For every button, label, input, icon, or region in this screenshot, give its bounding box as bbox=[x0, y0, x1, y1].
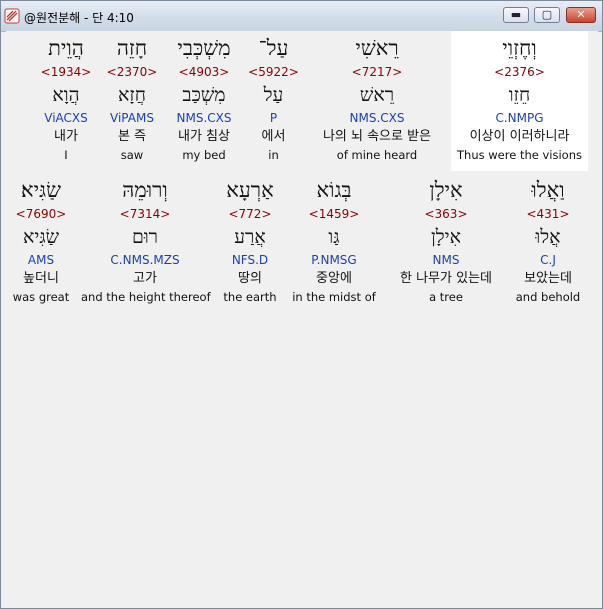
minimize-button[interactable]: ▬ bbox=[503, 7, 529, 23]
strong-number[interactable]: <7314> bbox=[81, 207, 209, 221]
english-gloss: saw bbox=[120, 148, 144, 162]
korean-gloss: 중앙에 bbox=[316, 271, 352, 286]
english-gloss: the earth bbox=[223, 290, 277, 304]
korean-gloss: 땅의 bbox=[238, 271, 262, 286]
word-cell[interactable]: וְרוּמֵהּ <7314> רוּם C.NMS.MZS 고가 and t… bbox=[81, 173, 211, 313]
strong-number[interactable]: <7690> bbox=[8, 207, 74, 221]
lemma-word: גַּו bbox=[328, 226, 340, 248]
hebrew-word: אִילָן bbox=[429, 178, 463, 202]
word-cell-selected[interactable]: וְחֶזְוֵי <2376> חֵזֵו C.NMPG 이상이 이러하니라 … bbox=[451, 31, 588, 171]
word-cell[interactable]: מִשְׁכְּבִי <4903> מִשְׁכַּב NMS.CXS 내가 … bbox=[165, 31, 243, 171]
strong-number[interactable]: <1934> bbox=[33, 65, 99, 79]
lemma-word: אִילָן bbox=[430, 226, 462, 248]
app-logo-icon bbox=[4, 8, 20, 24]
hebrew-word: מִשְׁכְּבִי bbox=[177, 36, 231, 60]
lemma-word: הֲוָא bbox=[52, 84, 80, 106]
close-icon: ✕ bbox=[576, 8, 586, 21]
english-gloss: Thus were the visions bbox=[457, 148, 582, 162]
korean-gloss: 한 나무가 있는데 bbox=[400, 271, 492, 286]
word-cell[interactable]: חָזֵה <2370> חֲזָא ViPAMS 본 즉 saw bbox=[99, 31, 165, 171]
english-gloss: in the midst of bbox=[292, 290, 376, 304]
word-cell[interactable]: וַאֲלוּ <431> אֲלוּ C.J 보았는데 and behold bbox=[510, 173, 586, 313]
close-button[interactable]: ✕ bbox=[566, 7, 596, 23]
morph-code: NMS.CXS bbox=[349, 111, 405, 125]
lemma-word: רוּם bbox=[131, 226, 159, 248]
morph-code: NMS bbox=[432, 253, 460, 267]
word-cell[interactable]: אַרְעָא <772> אֲרַע NFS.D 땅의 the earth bbox=[212, 173, 288, 313]
lemma-word: חֵזֵו bbox=[508, 84, 531, 106]
morph-code: AMS bbox=[27, 253, 55, 267]
lemma-word: רֵאשׁ bbox=[359, 84, 395, 106]
hebrew-word: הֲוֵית bbox=[48, 36, 84, 60]
lemma-word: עַל bbox=[263, 84, 284, 106]
word-cell[interactable]: בְּגוֹא <1459> גַּו P.NMSG 중앙에 in the mi… bbox=[290, 173, 378, 313]
minimize-icon: ▬ bbox=[510, 8, 522, 21]
hebrew-word: עַל־ bbox=[258, 36, 289, 60]
lemma-word: חֲזָא bbox=[118, 84, 146, 106]
korean-gloss: 내가 bbox=[54, 129, 78, 144]
lemma-word: אֲרַע bbox=[234, 226, 266, 248]
strong-number[interactable]: <363> bbox=[384, 207, 508, 221]
english-gloss: of mine heard bbox=[336, 148, 418, 162]
word-cell[interactable]: אִילָן <363> אִילָן NMS 한 나무가 있는데 a tree bbox=[384, 173, 508, 313]
hebrew-word: חָזֵה bbox=[116, 36, 148, 60]
analysis-panel: הֲוֵית <1934> הֲוָא ViACXS 내가 I חָזֵה <2… bbox=[6, 31, 598, 603]
korean-gloss: 내가 침상 bbox=[178, 129, 230, 144]
word-cell[interactable]: הֲוֵית <1934> הֲוָא ViACXS 내가 I bbox=[33, 31, 99, 171]
strong-number[interactable]: <2370> bbox=[99, 65, 165, 79]
hebrew-word: שַׂגִּיא׃ bbox=[21, 178, 61, 202]
morph-code: ViACXS bbox=[44, 111, 88, 125]
hebrew-word: רֵאשִׁי bbox=[355, 36, 399, 60]
hebrew-word: אַרְעָא bbox=[226, 178, 274, 202]
maximize-icon: ▢ bbox=[541, 8, 553, 21]
english-gloss: and behold bbox=[515, 290, 581, 304]
verse-row: הֲוֵית <1934> הֲוָא ViACXS 내가 I חָזֵה <2… bbox=[6, 31, 598, 171]
morph-code: NFS.D bbox=[231, 253, 269, 267]
morph-code: P bbox=[269, 111, 278, 125]
morph-code: C.J bbox=[540, 253, 556, 267]
morph-code: C.NMPG bbox=[495, 111, 544, 125]
morph-code: P.NMSG bbox=[311, 253, 357, 267]
korean-gloss: 에서 bbox=[261, 129, 286, 144]
korean-gloss: 나의 뇌 속으로 받은 bbox=[322, 129, 432, 144]
korean-gloss: 이상이 이러하니라 bbox=[469, 129, 570, 144]
word-cell[interactable]: עַל־ <5922> עַל P 에서 in bbox=[243, 31, 304, 171]
maximize-button[interactable]: ▢ bbox=[534, 7, 560, 23]
hebrew-word: וְרוּמֵהּ bbox=[122, 178, 168, 202]
english-gloss: and the height thereof bbox=[81, 290, 211, 304]
hebrew-word: וַאֲלוּ bbox=[531, 178, 565, 202]
strong-number[interactable]: <5922> bbox=[243, 65, 304, 79]
word-cell[interactable]: רֵאשִׁי <7217> רֵאשׁ NMS.CXS 나의 뇌 속으로 받은… bbox=[304, 31, 450, 171]
english-gloss: in bbox=[268, 148, 279, 162]
hebrew-word: בְּגוֹא bbox=[316, 178, 352, 202]
title-bar[interactable]: @원전분해 - 단 4:10 ▬ ▢ ✕ bbox=[1, 1, 602, 32]
english-gloss: I bbox=[64, 148, 68, 162]
hebrew-word: וְחֶזְוֵי bbox=[502, 36, 537, 60]
english-gloss: was great bbox=[12, 290, 70, 304]
morph-code: NMS.CXS bbox=[176, 111, 232, 125]
strong-number[interactable]: <772> bbox=[212, 207, 288, 221]
korean-gloss: 고가 bbox=[133, 271, 157, 286]
korean-gloss: 보았는데 bbox=[524, 271, 572, 286]
strong-number[interactable]: <7217> bbox=[304, 65, 450, 79]
morph-code: C.NMS.MZS bbox=[110, 253, 180, 267]
morph-code: ViPAMS bbox=[110, 111, 154, 125]
lemma-word: שַׂגִּיא bbox=[22, 226, 60, 248]
window-title: @원전분해 - 단 4:10 bbox=[24, 11, 134, 25]
strong-number[interactable]: <2376> bbox=[451, 65, 588, 79]
korean-gloss: 본 즉 bbox=[117, 129, 147, 144]
korean-gloss: 높더니 bbox=[23, 271, 59, 286]
word-cell[interactable]: שַׂגִּיא׃ <7690> שַׂגִּיא AMS 높더니 was gr… bbox=[8, 173, 74, 313]
verse-row: שַׂגִּיא׃ <7690> שַׂגִּיא AMS 높더니 was gr… bbox=[6, 173, 598, 313]
english-gloss: a tree bbox=[429, 290, 463, 304]
strong-number[interactable]: <1459> bbox=[290, 207, 378, 221]
lemma-word: אֲלוּ bbox=[535, 226, 561, 248]
english-gloss: my bed bbox=[182, 148, 226, 162]
strong-number[interactable]: <431> bbox=[510, 207, 586, 221]
app-window: @원전분해 - 단 4:10 ▬ ▢ ✕ הֲוֵית <1934> הֲוָא… bbox=[0, 0, 603, 609]
lemma-word: מִשְׁכַּב bbox=[182, 84, 226, 106]
strong-number[interactable]: <4903> bbox=[165, 65, 243, 79]
